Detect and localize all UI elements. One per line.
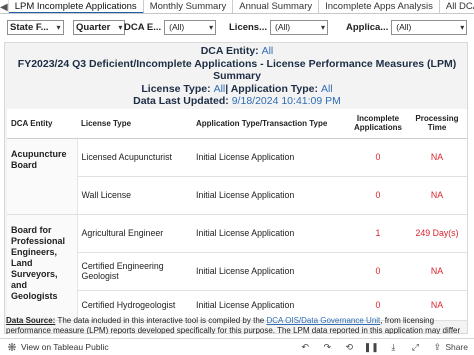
application-type-filter[interactable]: Applica... (All) ▾ <box>342 18 468 36</box>
data-source-note: Data Source: The data included in this i… <box>6 316 468 334</box>
page-title: FY2023/24 Q3 Deficient/Incomplete Applic… <box>17 57 457 70</box>
column-header-application-type[interactable]: Application Type/Transaction Type <box>192 109 349 139</box>
data-source-text: The data included in this interactive to… <box>55 316 267 325</box>
license-type-cell: Licensed Acupuncturist <box>77 138 192 177</box>
license-type-filter-label: Licens... <box>229 21 268 33</box>
dca-entity-select-value: (All) <box>169 21 185 32</box>
application-type-cell: Initial License Application <box>192 252 349 291</box>
chevron-down-icon: ▾ <box>56 22 61 32</box>
license-type-label: License Type: <box>141 82 211 95</box>
table-row[interactable]: Board for Professional Engineers, Land S… <box>7 214 467 321</box>
processing-time-cell: NA <box>407 176 467 215</box>
fullscreen-icon[interactable]: ⤢ <box>409 341 421 353</box>
tab-incomplete-apps-analysis[interactable]: Incomplete Apps Analysis <box>319 0 440 13</box>
dca-entity-filter[interactable]: DCA E... (All) ▾ <box>120 18 217 36</box>
column-header-processing-time[interactable]: Processing Time <box>407 109 467 139</box>
view-on-tableau-public-link[interactable]: View on Tableau Public <box>0 341 109 353</box>
dca-entity-filter-label: DCA E... <box>124 21 162 33</box>
processing-time-cell: NA <box>407 252 467 291</box>
license-type-cell: Certified Engineering Geologist <box>77 252 192 291</box>
processing-time-cell: NA <box>407 138 467 177</box>
dca-entity-line: DCA Entity: All <box>5 43 469 58</box>
tableau-toolbar: View on Tableau Public ↶ ↷ ⟲ ❚❚ ⤓ ⤢ ⇪ Sh… <box>0 338 474 355</box>
dca-entity-label: DCA Entity: <box>200 45 259 57</box>
column-header-incomplete-applications[interactable]: Incomplete Applications <box>349 109 407 139</box>
application-type-cell: Initial License Application <box>192 214 349 253</box>
application-type-label: | Application Type: <box>225 82 319 95</box>
last-updated-line: Data Last Updated: 9/18/2024 10:41:09 PM <box>5 95 469 108</box>
column-header-dca-entity[interactable]: DCA Entity <box>7 109 77 139</box>
page-title-line2: Summary <box>213 70 261 82</box>
dca-entity-value: All <box>261 45 274 57</box>
filter-bar: State F... ▾ Quarter ▾ DCA E... (All) ▾ … <box>0 15 474 39</box>
dca-ois-link[interactable]: DCA OIS/Data Governance Unit <box>266 316 380 325</box>
application-type-value: All <box>320 82 333 95</box>
quarter-filter[interactable]: Quarter ▾ <box>70 18 126 36</box>
redo-icon[interactable]: ↷ <box>321 341 333 353</box>
download-icon[interactable]: ⤓ <box>387 341 399 353</box>
type-line: License Type: All| Application Type: All <box>5 83 469 96</box>
toolbar-actions: ↶ ↷ ⟲ ❚❚ ⤓ ⤢ ⇪ Share <box>299 341 474 353</box>
tableau-logo-icon <box>6 341 18 353</box>
dca-entity-select[interactable]: (All) ▾ <box>164 19 217 35</box>
chevron-down-icon: ▾ <box>460 22 465 32</box>
last-updated-value: 9/18/2024 10:41:09 PM <box>231 95 341 107</box>
license-type-select-value: (All) <box>275 21 291 32</box>
license-type-filter[interactable]: Licens... (All) ▾ <box>225 18 329 36</box>
sheet-tabs: ◀ LPM Incomplete Applications Monthly Su… <box>0 0 474 14</box>
incomplete-count-cell: 0 <box>349 138 407 177</box>
chevron-down-icon: ▾ <box>209 22 214 32</box>
application-type-cell: Initial License Application <box>192 138 349 177</box>
license-type-cell: Wall License <box>77 176 192 215</box>
application-type-select-value: (All) <box>396 21 412 32</box>
data-source-label: Data Source: <box>6 316 56 325</box>
quarter-filter-label: Quarter <box>76 21 111 33</box>
incomplete-count-cell: 1 <box>349 214 407 253</box>
application-type-cell: Initial License Application <box>192 176 349 215</box>
view-on-tableau-public-label: View on Tableau Public <box>21 342 109 352</box>
incomplete-count-cell: 0 <box>349 176 407 215</box>
license-type-value: All <box>213 82 226 95</box>
share-button[interactable]: ⇪ Share <box>431 341 468 353</box>
license-type-cell: Agricultural Engineer <box>77 214 192 253</box>
tab-annual-summary[interactable]: Annual Summary <box>233 0 320 13</box>
report-header: DCA Entity: All FY2023/24 Q3 Deficient/I… <box>5 43 469 109</box>
last-updated-label: Data Last Updated: <box>133 95 229 107</box>
entity-cell: Board for Professional Engineers, Land S… <box>7 214 78 321</box>
revert-icon[interactable]: ⟲ <box>343 341 355 353</box>
chevron-down-icon: ▾ <box>321 22 326 32</box>
table-row[interactable]: Acupuncture Board Licensed Acupuncturist… <box>7 138 467 215</box>
tab-prev-arrow-icon[interactable]: ◀ <box>0 0 9 13</box>
lpm-table: DCA Entity License Type Application Type… <box>7 109 467 321</box>
table-header-row: DCA Entity License Type Application Type… <box>7 109 467 139</box>
state-filter[interactable]: State F... ▾ <box>4 18 64 36</box>
pause-icon[interactable]: ❚❚ <box>364 341 379 353</box>
tab-monthly-summary[interactable]: Monthly Summary <box>144 0 234 13</box>
tab-lpm-incomplete-applications[interactable]: LPM Incomplete Applications <box>8 0 144 13</box>
share-label: Share <box>445 342 468 352</box>
incomplete-count-cell: 0 <box>349 252 407 291</box>
tab-all-dca-entities[interactable]: All DCA Entit <box>440 0 474 13</box>
processing-time-cell: 249 Day(s) <box>407 214 467 253</box>
column-header-license-type[interactable]: License Type <box>77 109 192 139</box>
report-panel: DCA Entity: All FY2023/24 Q3 Deficient/I… <box>4 42 468 334</box>
license-type-select[interactable]: (All) ▾ <box>270 19 329 35</box>
share-icon: ⇪ <box>433 341 442 352</box>
undo-icon[interactable]: ↶ <box>299 341 311 353</box>
entity-cell: Acupuncture Board <box>7 138 78 215</box>
application-type-filter-label: Applica... <box>346 21 389 33</box>
application-type-select[interactable]: (All) ▾ <box>391 19 468 35</box>
state-filter-label: State F... <box>10 21 49 33</box>
